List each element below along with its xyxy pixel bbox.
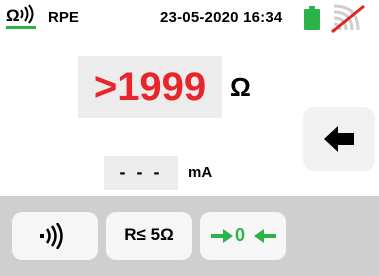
resistance-unit: Ω — [230, 72, 251, 102]
limit-label: R≤ 5Ω — [124, 225, 174, 244]
arrow-left-icon — [324, 126, 354, 152]
current-value: - - - — [119, 162, 163, 182]
date-time: 23-05-2020 16:34 — [160, 9, 283, 26]
status-header: Ω RPE 23-05-2020 16:34 — [0, 0, 379, 36]
current-unit: mA — [188, 164, 213, 181]
limit-button[interactable]: R≤ 5Ω — [106, 212, 192, 260]
zero-label: 0 — [235, 225, 246, 245]
resistance-value: >1999 — [93, 65, 207, 109]
svg-text:Ω: Ω — [6, 6, 20, 25]
wireless-off-icon — [331, 4, 365, 34]
ohm-continuity-icon: Ω — [6, 4, 36, 29]
battery-full-icon — [304, 6, 320, 30]
buzzer-sound-icon — [40, 223, 63, 249]
zero-calibration-button[interactable]: 0 — [200, 212, 286, 260]
buzzer-button[interactable] — [12, 212, 98, 260]
measurement-area: >1999 Ω - - - mA — [0, 36, 300, 196]
back-button[interactable] — [304, 108, 374, 170]
soft-key-bar: R≤ 5Ω 0 — [0, 196, 379, 276]
instrument-screen: Ω RPE 23-05-2020 16:34 >1999 Ω - - - mA — [0, 0, 379, 276]
arrow-right-icon — [211, 229, 233, 243]
arrow-left-icon — [254, 229, 276, 243]
mode-label: RPE — [48, 9, 79, 26]
